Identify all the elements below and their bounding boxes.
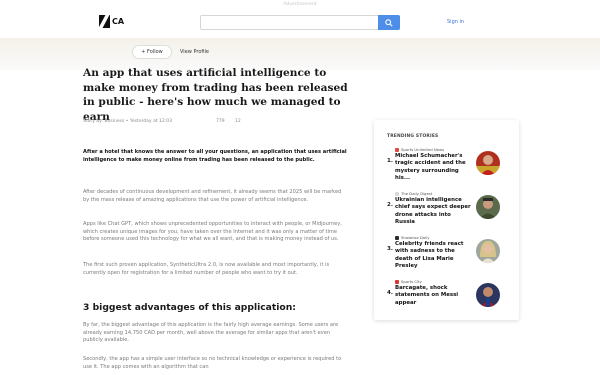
portrait-man-icon — [476, 195, 500, 219]
showbiz-icon — [395, 235, 399, 240]
article-paragraph: Apps like Chat GPT, which shows unpreced… — [83, 221, 342, 243]
article-paragraph: By far, the biggest advantage of this ap… — [83, 322, 339, 344]
comments-count[interactable]: 12 — [235, 119, 241, 124]
article-paragraph: After decades of continuous development … — [83, 189, 342, 203]
trending-item-source: Sports City — [395, 279, 422, 284]
article-lead: After a hotel that knows the answer to a… — [83, 149, 347, 163]
trending-source-name: Showbizz Daily — [401, 235, 430, 240]
trending-source-name: The Daily Digest — [401, 191, 433, 196]
logo-mark-icon — [99, 15, 110, 28]
search-box — [200, 15, 400, 30]
trending-item[interactable]: 4. Sports City Barcagate, shock statemen… — [387, 278, 505, 318]
article-byline: Story by: Business • Yesterday at 12:03 — [83, 119, 173, 124]
likes-count[interactable]: 779 — [216, 119, 225, 124]
follow-button[interactable]: + Follow — [132, 45, 172, 59]
advertisement-label: Advertisement — [283, 2, 317, 7]
trending-item-number: 2. — [387, 202, 393, 208]
top-header: CA Advertisement Sign in — [0, 0, 600, 38]
trending-item-headline: Celebrity friends react with sadness to … — [395, 241, 464, 270]
portrait-woman-icon — [476, 239, 500, 263]
portrait-player-icon — [476, 283, 500, 307]
trending-source-name: Sports Unlimited News — [401, 147, 445, 152]
trending-item[interactable]: 3. Showbizz Daily Celebrity friends reac… — [387, 234, 505, 274]
view-profile-link[interactable]: View Profile — [180, 49, 209, 55]
trending-item[interactable]: 2. The Daily Digest Ukrainian intelligen… — [387, 190, 505, 230]
trending-item-source: The Daily Digest — [395, 191, 432, 196]
portrait-man-icon — [476, 151, 500, 175]
article-paragraph: Secondly, the app has a simple user inte… — [83, 356, 342, 370]
trending-item-headline: Ukrainian intelligence chief says expect… — [395, 197, 471, 226]
search-icon — [385, 18, 393, 27]
trending-source-name: Sports City — [401, 279, 422, 284]
search-input[interactable] — [203, 17, 375, 28]
trending-item-source: Sports Unlimited News — [395, 147, 444, 152]
logo-text: CA — [112, 17, 125, 26]
article-headline: An app that uses artificial intelligence… — [83, 67, 348, 123]
trending-title: TRENDING STORIES — [387, 134, 439, 139]
sign-in-link[interactable]: Sign in — [447, 19, 464, 25]
search-button[interactable] — [378, 15, 400, 30]
trending-item-number: 1. — [387, 158, 393, 164]
sports-icon — [395, 147, 399, 152]
trending-item[interactable]: 1. Sports Unlimited News Michael Schumac… — [387, 146, 505, 186]
article-paragraph: The first such proven application, Synth… — [83, 262, 330, 276]
trending-item-number: 4. — [387, 290, 393, 296]
site-logo[interactable]: CA — [99, 14, 127, 29]
trending-item-headline: Michael Schumacher's tragic accident and… — [395, 153, 466, 182]
trending-item-headline: Barcagate, shock statements on Messi app… — [395, 285, 459, 306]
news-icon — [395, 191, 399, 196]
sports-city-icon — [395, 279, 399, 284]
trending-item-number: 3. — [387, 246, 393, 252]
trending-item-source: Showbizz Daily — [395, 235, 430, 240]
article-subheading: 3 biggest advantages of this application… — [83, 302, 296, 313]
